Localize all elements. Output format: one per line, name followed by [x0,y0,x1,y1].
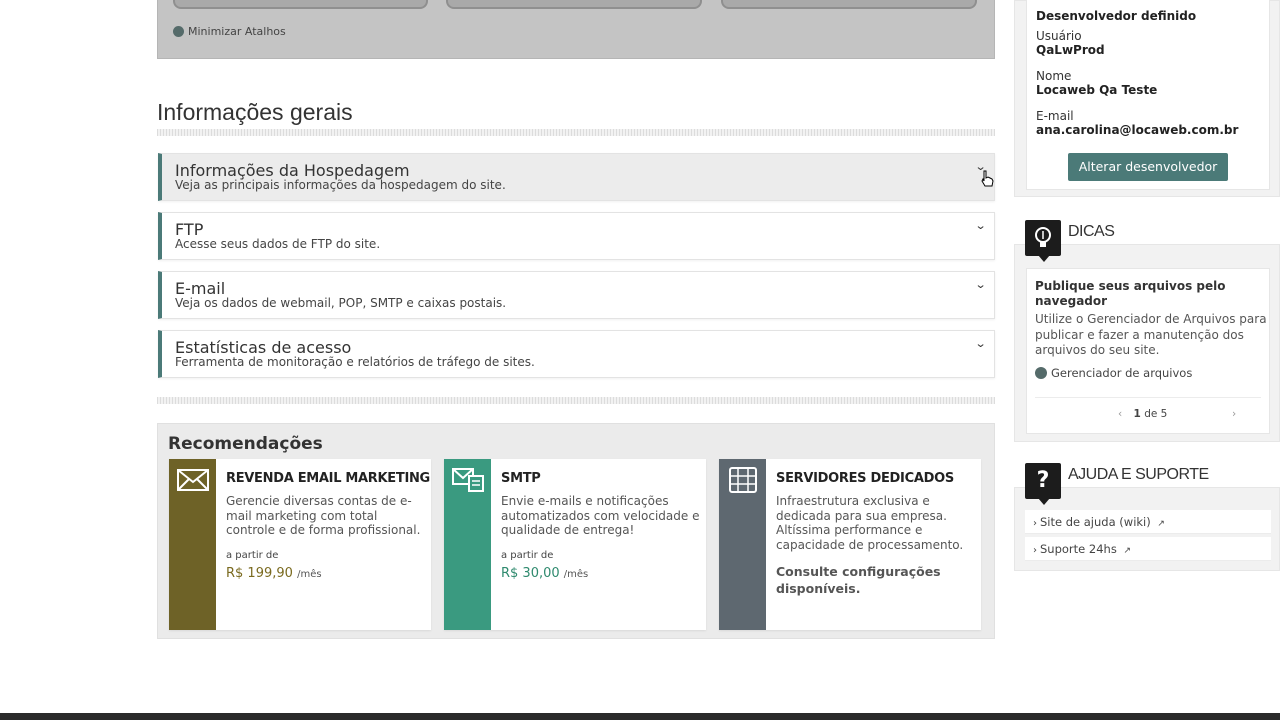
price-period: /mês [297,569,322,580]
accordion-description: Acesse seus dados de FTP do site. [175,237,381,251]
pager-next-icon[interactable]: › [1232,408,1236,420]
card-color-strip [169,459,216,630]
accordion-description: Ferramenta de monitoração e relatórios d… [175,355,535,369]
chevron-down-icon[interactable]: ⌄ [974,278,986,291]
card-description: Envie e-mails e notificações automatizad… [501,494,700,537]
accordion-ftp[interactable]: FTP Acesse seus dados de FTP do site. ⌄ [158,212,995,260]
email-value: ana.carolina@locaweb.com.br [1036,123,1239,137]
chevron-right-icon: › [1033,545,1037,556]
recommendations-panel: Recomendações REVENDA EMAIL MARKETING Ge… [157,423,995,639]
lightbulb-icon [1025,220,1061,262]
developer-heading: Desenvolvedor definido [1036,9,1197,23]
page: Minimizar Atalhos Informações gerais Inf… [0,0,1280,720]
card-description: Infraestrutura exclusiva e dedicada para… [776,494,964,552]
pager-total: de 5 [1144,408,1168,420]
server-icon [729,467,757,493]
card-color-strip [719,459,766,630]
shortcut-tab[interactable] [446,0,702,9]
email-label: E-mail [1036,109,1074,123]
pager-current: 1 [1133,408,1141,420]
shortcut-tab[interactable] [721,0,977,9]
pager-prev-icon[interactable]: ‹ [1118,408,1122,420]
divider [157,397,995,404]
change-developer-button[interactable]: Alterar desenvolvedor [1068,153,1228,181]
accordion-access-stats[interactable]: Estatísticas de acesso Ferramenta de mon… [158,330,995,378]
minimize-shortcuts-toggle[interactable]: Minimizar Atalhos [173,25,286,38]
accordion-description: Veja as principais informações da hosped… [175,178,506,192]
arrow-circle-icon [1035,367,1047,379]
card-price: R$ 30,00 /mês [501,566,588,581]
bottom-bar [0,713,1280,720]
user-label: Usuário [1036,29,1082,43]
chevron-right-icon: › [1033,518,1037,529]
card-color-strip [444,459,491,630]
tip-description: Utilize o Gerenciador de Arquivos para p… [1035,312,1267,357]
file-manager-link[interactable]: Gerenciador de arquivos [1035,366,1192,380]
tips-header: DICAS [1068,223,1115,240]
hand-cursor-icon [981,170,994,187]
tips-pager: ‹ 1 de 5 › [1118,408,1238,420]
help-wiki-link[interactable]: › Site de ajuda (wiki) ↗ [1025,510,1271,534]
help-header: AJUDA E SUPORTE [1068,466,1209,483]
section-title: Informações gerais [157,99,353,125]
envelope-icon [177,469,209,491]
accordion-email[interactable]: E-mail Veja os dados de webmail, POP, SM… [158,271,995,319]
file-manager-link-label: Gerenciador de arquivos [1051,366,1193,380]
price-value: R$ 30,00 [501,566,560,581]
card-price: R$ 199,90 /mês [226,566,322,581]
consult-configurations-link[interactable]: Consulte configurações disponíveis. [776,563,976,597]
card-title: REVENDA EMAIL MARKETING [226,471,430,486]
recommendation-card-email-marketing[interactable]: REVENDA EMAIL MARKETING Gerencie diversa… [169,459,431,630]
chevron-down-icon[interactable]: ⌄ [974,219,986,232]
price-period: /mês [563,569,589,580]
card-title: SMTP [501,471,541,486]
divider [1035,397,1261,398]
name-value: Locaweb Qa Teste [1036,83,1158,97]
card-price-label: a partir de [501,550,554,561]
accordion-hosting-info[interactable]: Informações da Hospedagem Veja as princi… [158,153,995,201]
question-icon: ? [1025,463,1061,505]
help-link-label: Suporte 24hs [1040,542,1117,556]
card-title: SERVIDORES DEDICADOS [776,471,954,486]
recommendation-card-dedicated-servers[interactable]: SERVIDORES DEDICADOS Infraestrutura excl… [719,459,981,630]
recommendation-card-smtp[interactable]: SMTP Envie e-mails e notificações automa… [444,459,706,630]
user-value: QaLwProd [1036,43,1105,57]
external-link-icon: ↗ [1123,546,1132,556]
name-label: Nome [1036,69,1072,83]
recommendations-title: Recomendações [168,434,323,454]
tip-title: Publique seus arquivos pelo navegador [1035,279,1226,308]
card-price-label: a partir de [226,550,279,561]
card-description: Gerencie diversas contas de e-mail marke… [226,494,421,537]
minimize-shortcuts-label: Minimizar Atalhos [188,25,286,38]
shortcuts-panel: Minimizar Atalhos [157,0,995,59]
help-support-link[interactable]: › Suporte 24hs ↗ [1025,537,1271,561]
bullet-icon [173,26,184,37]
external-link-icon: ↗ [1157,519,1165,529]
price-value: R$ 199,90 [226,566,293,581]
chevron-down-icon[interactable]: ⌄ [974,337,986,350]
divider [157,129,995,136]
help-link-label: Site de ajuda (wiki) [1040,515,1151,529]
accordion-description: Veja os dados de webmail, POP, SMTP e ca… [175,296,507,310]
shortcut-tab[interactable] [173,0,428,9]
envelope-server-icon [452,468,484,492]
